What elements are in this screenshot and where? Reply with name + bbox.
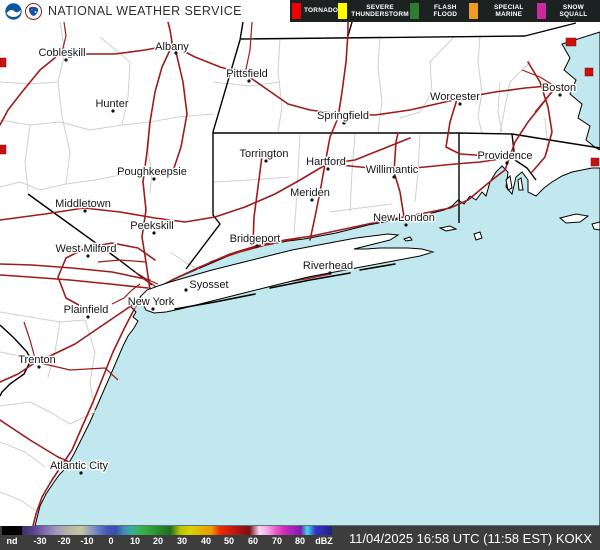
flash-flood-swatch	[410, 3, 419, 19]
colorbar-tick: 40	[201, 536, 211, 546]
city-label: Worcester	[430, 91, 480, 103]
city-label: Providence	[477, 150, 532, 162]
city-label: Peekskill	[130, 220, 173, 232]
city-label: Boston	[542, 82, 576, 94]
city-label: Poughkeepsie	[117, 166, 187, 178]
snow-squall-swatch	[537, 3, 546, 19]
noaa-logo-icon	[5, 3, 22, 20]
city-label: Hartford	[306, 156, 346, 168]
city-label: New York	[128, 296, 175, 308]
colorbar-tick: -20	[57, 536, 70, 546]
legend-item-flash-flood: FLASH FLOOD	[410, 3, 469, 19]
colorbar-tick: -30	[33, 536, 46, 546]
tornado-swatch	[292, 3, 301, 19]
colorbar-tick: -10	[80, 536, 93, 546]
city-label: Atlantic City	[50, 460, 109, 472]
city-label: Albany	[155, 41, 189, 53]
radar-map[interactable]: Cobleskill Albany Pittsfield Hunter Worc…	[0, 22, 600, 526]
legend-item-snow-squall: SNOW SQUALL	[537, 3, 598, 19]
nws-logo-icon	[25, 3, 42, 20]
city-label: New London	[373, 212, 435, 224]
colorbar-tick: 70	[272, 536, 282, 546]
city-label: Syosset	[189, 279, 228, 291]
timestamp: 11/04/2025 16:58 UTC (11:58 EST) KOKX	[349, 526, 592, 550]
city-label: Middletown	[55, 198, 111, 210]
special-marine-label: SPECIAL MARINE	[481, 4, 537, 19]
special-marine-swatch	[469, 3, 478, 19]
colorbar-unit: dBZ	[315, 536, 333, 546]
status-bar: nd -30 -20 -10 0 10 20 30 40 50 60 70 80…	[0, 526, 600, 550]
city-label: Meriden	[290, 187, 330, 199]
legend-item-severe-thunderstorm: SEVERE THUNDERSTORM	[338, 3, 410, 19]
city-label: Hunter	[95, 98, 128, 110]
nws-radar-viewer: NATIONAL WEATHER SERVICE TORNADO SEVERE …	[0, 0, 600, 550]
city-label: Riverhead	[303, 260, 353, 272]
reflectivity-colorbar	[2, 526, 332, 535]
colorbar-tick: 30	[177, 536, 187, 546]
colorbar-tick: 0	[108, 536, 113, 546]
colorbar-tick: 20	[153, 536, 163, 546]
colorbar-tick: 80	[295, 536, 305, 546]
city-label: Springfield	[317, 110, 369, 122]
city-label: Cobleskill	[38, 47, 85, 59]
tornado-label: TORNADO	[304, 7, 338, 14]
city-label: Willimantic	[366, 164, 419, 176]
city-label: Pittsfield	[226, 68, 268, 80]
city-label: Torrington	[240, 148, 289, 160]
city-label: Plainfield	[64, 304, 109, 316]
flash-flood-label: FLASH FLOOD	[422, 4, 469, 19]
city-dot	[184, 288, 187, 291]
city-label: Trenton	[18, 354, 56, 366]
city-label: West Milford	[56, 243, 117, 255]
colorbar-tick: nd	[7, 536, 18, 546]
warning-legend: TORNADO SEVERE THUNDERSTORM FLASH FLOOD …	[290, 0, 600, 22]
nws-header: NATIONAL WEATHER SERVICE	[0, 0, 290, 22]
colorbar-tick: 50	[224, 536, 234, 546]
nws-title: NATIONAL WEATHER SERVICE	[48, 4, 242, 18]
severe-thunderstorm-label: SEVERE THUNDERSTORM	[350, 4, 410, 19]
snow-squall-label: SNOW SQUALL	[549, 4, 598, 19]
legend-item-special-marine: SPECIAL MARINE	[469, 3, 537, 19]
top-bar: NATIONAL WEATHER SERVICE TORNADO SEVERE …	[0, 0, 600, 22]
colorbar-tick: 60	[248, 536, 258, 546]
legend-item-tornado: TORNADO	[292, 3, 338, 19]
colorbar-tick: 10	[130, 536, 140, 546]
severe-thunderstorm-swatch	[338, 3, 347, 19]
city-label: Bridgeport	[230, 233, 281, 245]
